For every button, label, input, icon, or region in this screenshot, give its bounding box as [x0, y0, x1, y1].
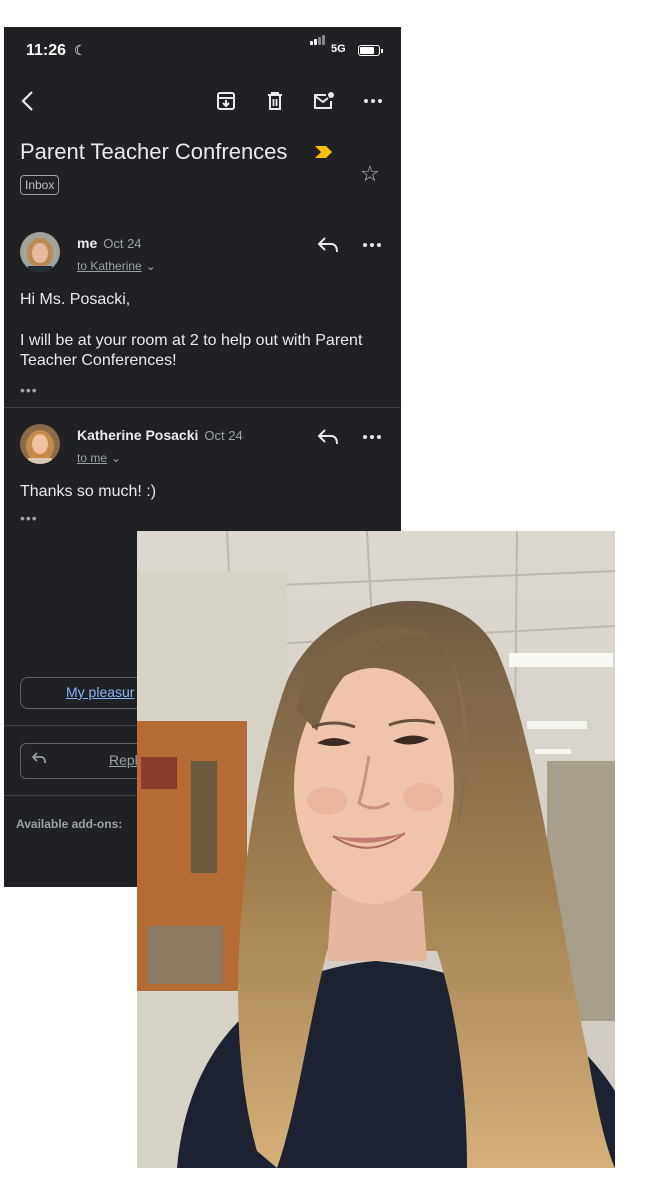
inbox-label-chip[interactable]: Inbox [20, 175, 60, 195]
battery-icon [358, 45, 383, 56]
show-trimmed-content[interactable]: ••• [20, 510, 38, 526]
archive-icon[interactable] [212, 87, 240, 115]
chevron-down-icon: ⌄ [145, 259, 156, 273]
moon-icon: ☾ [74, 42, 87, 58]
show-trimmed-content[interactable]: ••• [20, 382, 38, 398]
importance-marker-icon[interactable] [314, 145, 334, 164]
avatar [20, 232, 60, 272]
avatar [20, 424, 60, 464]
sender-line: Katherine Posacki Oct 24 [77, 427, 243, 443]
status-time: 11:26 [26, 42, 67, 59]
sender-name: Katherine Posacki [77, 427, 199, 443]
email-subject: Parent Teacher Confrences [20, 139, 288, 164]
message-body: Hi Ms. Posacki, I will be at your room a… [20, 290, 370, 371]
sender-name: me [77, 235, 98, 251]
reply-icon[interactable] [316, 235, 340, 259]
status-bar: 11:26 ☾ 5G [4, 27, 401, 75]
selfie-photo [137, 531, 615, 1168]
chevron-down-icon: ⌄ [111, 451, 122, 465]
recipient-text: to Katherine [77, 259, 142, 273]
divider [4, 407, 401, 408]
message-date: Oct 24 [204, 428, 243, 443]
toolbar [4, 87, 401, 119]
more-horizontal-icon[interactable] [359, 87, 387, 115]
message-date: Oct 24 [103, 236, 142, 251]
sender-line: me Oct 24 [77, 235, 142, 251]
reply-label: Repl [109, 752, 138, 768]
reply-icon[interactable] [316, 427, 340, 451]
recipient-toggle[interactable]: to me ⌄ [77, 451, 121, 465]
reply-arrow-icon [31, 750, 47, 773]
recipient-text: to me [77, 451, 108, 465]
trash-icon[interactable] [261, 87, 289, 115]
body-line: I will be at your room at 2 to help out … [20, 332, 363, 369]
network-label: 5G [331, 43, 346, 55]
message-more-icon[interactable] [362, 235, 382, 253]
message-body: Thanks so much! :) [20, 483, 157, 500]
star-icon[interactable]: ☆ [360, 161, 380, 187]
mark-unread-icon[interactable] [310, 87, 338, 115]
message-more-icon[interactable] [362, 427, 382, 445]
addons-label: Available add-ons: [16, 817, 123, 831]
recipient-toggle[interactable]: to Katherine ⌄ [77, 259, 156, 273]
smart-reply-text: My pleasur [66, 684, 135, 700]
body-line: Hi Ms. Posacki, [20, 291, 131, 308]
back-arrow-icon[interactable] [14, 87, 42, 115]
